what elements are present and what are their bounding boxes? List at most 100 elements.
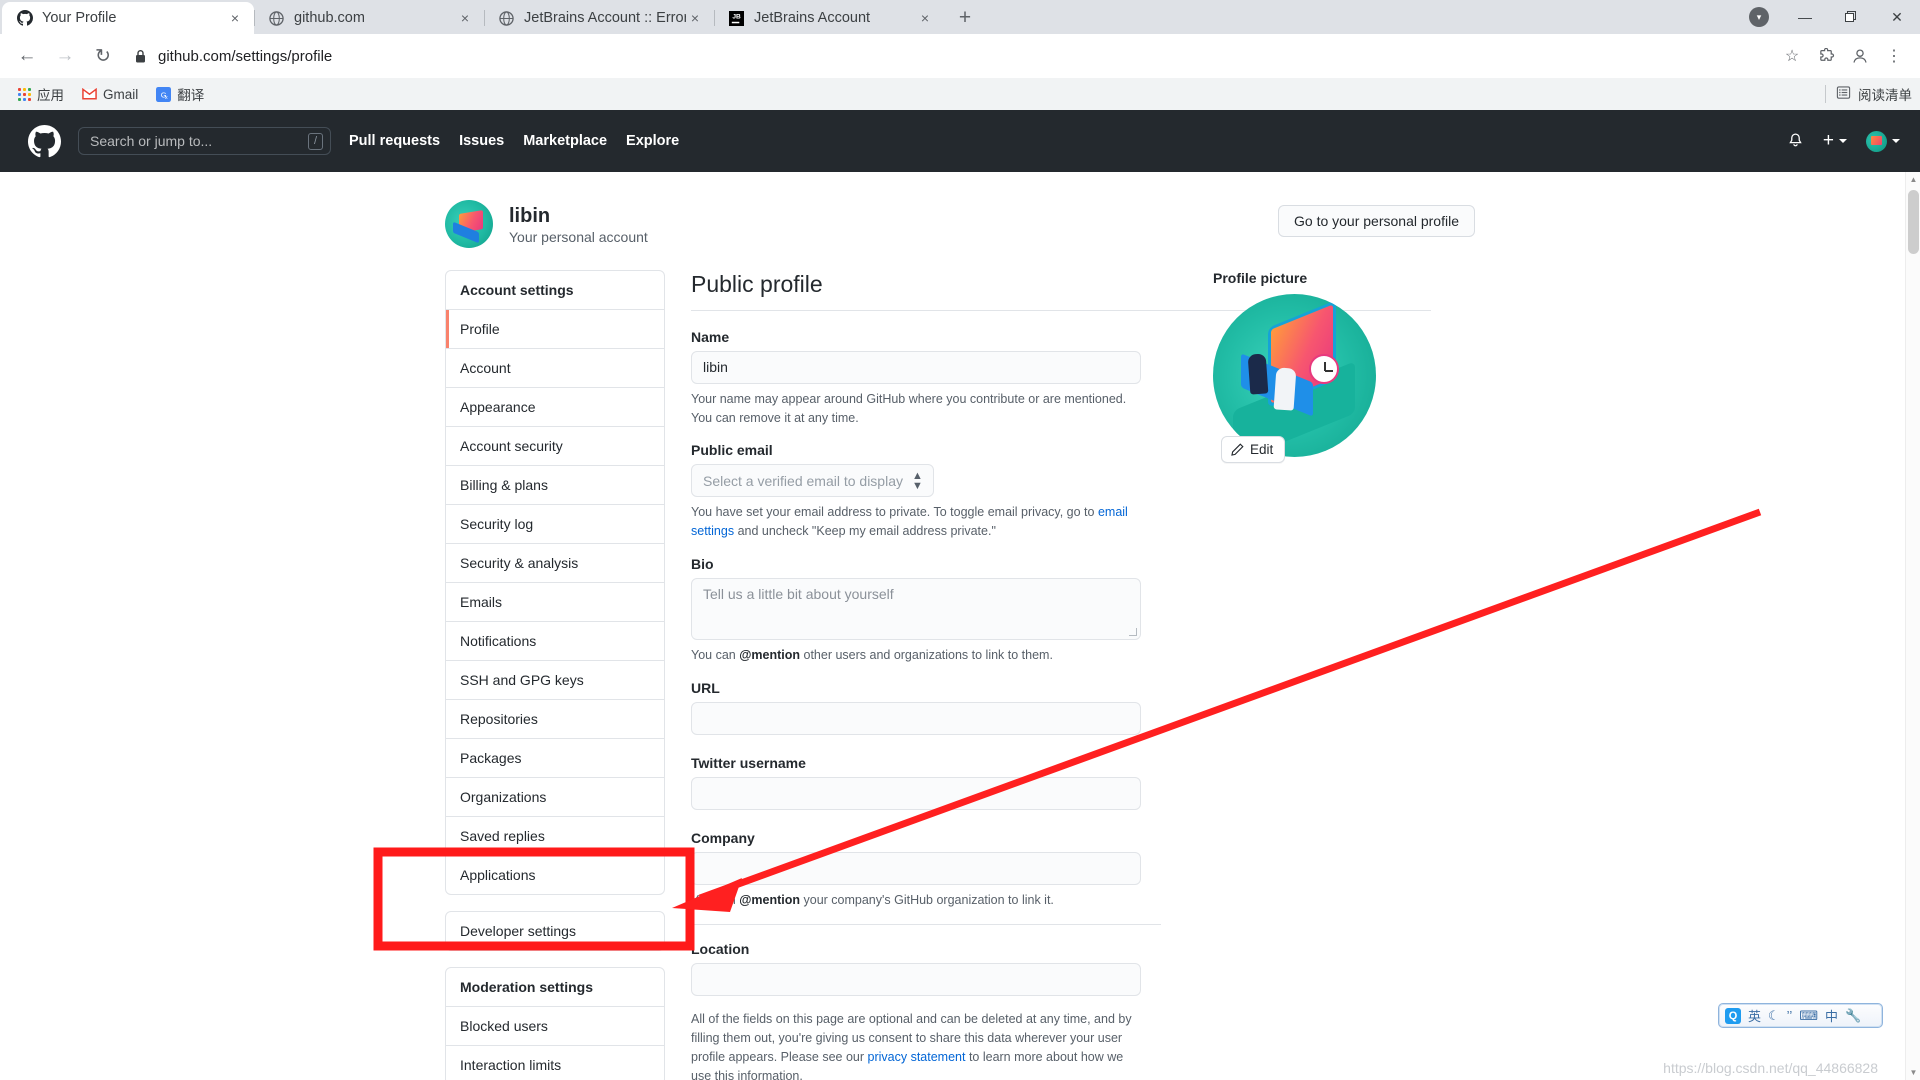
- nav-explore[interactable]: Explore: [626, 133, 679, 149]
- sidebar-item-profile[interactable]: Profile: [446, 309, 664, 348]
- field-group-company: Company You can @mention your company's …: [691, 830, 1141, 910]
- name-input[interactable]: libin: [691, 350, 1141, 384]
- nav-marketplace[interactable]: Marketplace: [523, 133, 607, 149]
- globe-icon: [268, 10, 285, 27]
- window-minimize-button[interactable]: —: [1782, 1, 1828, 33]
- edit-profile-picture-button[interactable]: Edit: [1221, 436, 1286, 463]
- browser-profile-avatar-icon[interactable]: [1844, 40, 1876, 72]
- back-button-icon[interactable]: ←: [10, 39, 44, 73]
- privacy-statement-link[interactable]: privacy statement: [868, 1050, 966, 1064]
- forward-button-icon[interactable]: →: [48, 39, 82, 73]
- sidebar-item-security-log[interactable]: Security log: [446, 504, 664, 543]
- sidebar-item-ssh-gpg-keys[interactable]: SSH and GPG keys: [446, 660, 664, 699]
- apps-grid-icon: [18, 87, 31, 101]
- bookmark-apps[interactable]: 应用: [10, 81, 72, 107]
- avatar[interactable]: [445, 200, 493, 248]
- scroll-down-arrow-icon[interactable]: ▼: [1906, 1065, 1920, 1080]
- browser-menu-icon[interactable]: ⋮: [1878, 40, 1910, 72]
- svg-text:JB: JB: [732, 13, 741, 20]
- reading-list-button[interactable]: 阅读清单: [1825, 78, 1912, 110]
- github-header-right: +: [1768, 130, 1900, 152]
- sidebar-item-emails[interactable]: Emails: [446, 582, 664, 621]
- browser-tab-your-profile[interactable]: Your Profile ×: [2, 2, 254, 34]
- sidebar-group-developer: Developer settings: [445, 911, 665, 951]
- go-to-personal-profile-button[interactable]: Go to your personal profile: [1278, 205, 1475, 237]
- wrench-icon[interactable]: 🔧: [1845, 1008, 1861, 1024]
- tab-close-icon[interactable]: ×: [916, 9, 934, 27]
- traditional-toggle-icon[interactable]: 中: [1825, 1006, 1838, 1025]
- browser-profile-chip-icon[interactable]: ▾: [1736, 1, 1782, 33]
- url-input[interactable]: [691, 701, 1141, 735]
- sidebar-item-blocked-users[interactable]: Blocked users: [446, 1006, 664, 1045]
- bookmark-star-icon[interactable]: ☆: [1776, 40, 1808, 72]
- window-maximize-button[interactable]: [1828, 1, 1874, 33]
- search-hotkey-badge: /: [307, 132, 323, 150]
- nav-pull-requests[interactable]: Pull requests: [349, 133, 440, 149]
- scroll-up-arrow-icon[interactable]: ▲: [1906, 172, 1920, 187]
- browser-tab-jetbrains-error[interactable]: JetBrains Account :: Error 403: ×: [484, 2, 714, 34]
- scrollbar-thumb[interactable]: [1908, 190, 1919, 254]
- tab-close-icon[interactable]: ×: [226, 9, 244, 27]
- page-scrollbar[interactable]: ▲ ▼: [1905, 172, 1920, 1080]
- reload-button-icon[interactable]: ↻: [86, 39, 120, 73]
- profile-footer-note: All of the fields on this page are optio…: [691, 1010, 1141, 1080]
- bell-icon[interactable]: [1787, 132, 1804, 150]
- search-input[interactable]: Search or jump to... /: [78, 127, 331, 155]
- avatar: [1866, 130, 1887, 152]
- sidebar-item-notifications[interactable]: Notifications: [446, 621, 664, 660]
- translate-icon: Gx: [156, 86, 172, 102]
- sidebar-item-repositories[interactable]: Repositories: [446, 699, 664, 738]
- company-help-a: You can: [691, 892, 740, 907]
- sidebar-item-appearance[interactable]: Appearance: [446, 387, 664, 426]
- public-email-help-a: You have set your email address to priva…: [691, 505, 1098, 520]
- field-group-public-email: Public email Select a verified email to …: [691, 442, 1141, 541]
- english-mode-icon[interactable]: 英: [1748, 1006, 1761, 1025]
- qq-pinyin-logo-icon[interactable]: Q: [1725, 1007, 1741, 1024]
- github-global-header: Search or jump to... / Pull requests Iss…: [0, 110, 1920, 172]
- extensions-puzzle-icon[interactable]: [1810, 40, 1842, 72]
- address-bar[interactable]: github.com/settings/profile: [134, 41, 1766, 71]
- moon-icon[interactable]: ☾: [1768, 1008, 1780, 1024]
- public-email-label: Public email: [691, 442, 773, 459]
- sidebar-item-interaction-limits[interactable]: Interaction limits: [446, 1045, 664, 1080]
- tab-close-icon[interactable]: ×: [456, 9, 474, 27]
- public-email-select[interactable]: Select a verified email to display ▲ ▼: [691, 464, 934, 498]
- tab-close-icon[interactable]: ×: [686, 9, 704, 27]
- field-group-location: Location: [691, 941, 1141, 997]
- bio-textarea[interactable]: Tell us a little bit about yourself: [691, 577, 1141, 640]
- nav-issues[interactable]: Issues: [459, 133, 504, 149]
- sidebar-item-account[interactable]: Account: [446, 348, 664, 387]
- keyboard-icon[interactable]: ⌨: [1799, 1008, 1818, 1024]
- sidebar-group-moderation: Moderation settings Blocked users Intera…: [445, 967, 665, 1080]
- company-help-text: You can @mention your company's GitHub o…: [691, 891, 1141, 910]
- company-input[interactable]: [691, 851, 1141, 885]
- page-viewport: Search or jump to... / Pull requests Iss…: [0, 110, 1920, 1080]
- sidebar-item-saved-replies[interactable]: Saved replies: [446, 816, 664, 855]
- sidebar-item-organizations[interactable]: Organizations: [446, 777, 664, 816]
- window-close-button[interactable]: ✕: [1874, 1, 1920, 33]
- punctuation-icon[interactable]: ’’: [1787, 1008, 1793, 1023]
- user-menu[interactable]: [1866, 130, 1900, 152]
- location-input[interactable]: [691, 963, 1141, 997]
- twitter-input[interactable]: [691, 776, 1141, 810]
- sidebar-item-developer-settings[interactable]: Developer settings: [446, 912, 664, 950]
- bookmark-translate[interactable]: Gx 翻译: [148, 81, 212, 107]
- browser-tab-jetbrains-account[interactable]: JB JetBrains Account ×: [714, 2, 944, 34]
- create-new-menu[interactable]: +: [1823, 131, 1847, 150]
- new-tab-button[interactable]: +: [950, 3, 980, 33]
- ime-language-bar[interactable]: Q 英 ☾ ’’ ⌨ 中 🔧: [1718, 1003, 1883, 1028]
- sidebar-item-security-analysis[interactable]: Security & analysis: [446, 543, 664, 582]
- bio-label: Bio: [691, 555, 714, 572]
- public-email-help-text: You have set your email address to priva…: [691, 503, 1141, 541]
- sidebar-item-packages[interactable]: Packages: [446, 738, 664, 777]
- profile-picture-image[interactable]: [1213, 294, 1376, 457]
- watermark-text: https://blog.csdn.net/qq_44866828: [1663, 1060, 1878, 1076]
- github-mark-icon[interactable]: [28, 124, 61, 158]
- browser-tab-github-com[interactable]: github.com ×: [254, 2, 484, 34]
- sidebar-item-billing-plans[interactable]: Billing & plans: [446, 465, 664, 504]
- sidebar-item-account-security[interactable]: Account security: [446, 426, 664, 465]
- bookmark-gmail[interactable]: Gmail: [74, 84, 146, 105]
- bio-help-mention: @mention: [739, 647, 801, 662]
- sidebar-item-applications[interactable]: Applications: [446, 855, 664, 894]
- sidebar-heading-account-settings: Account settings: [460, 282, 574, 298]
